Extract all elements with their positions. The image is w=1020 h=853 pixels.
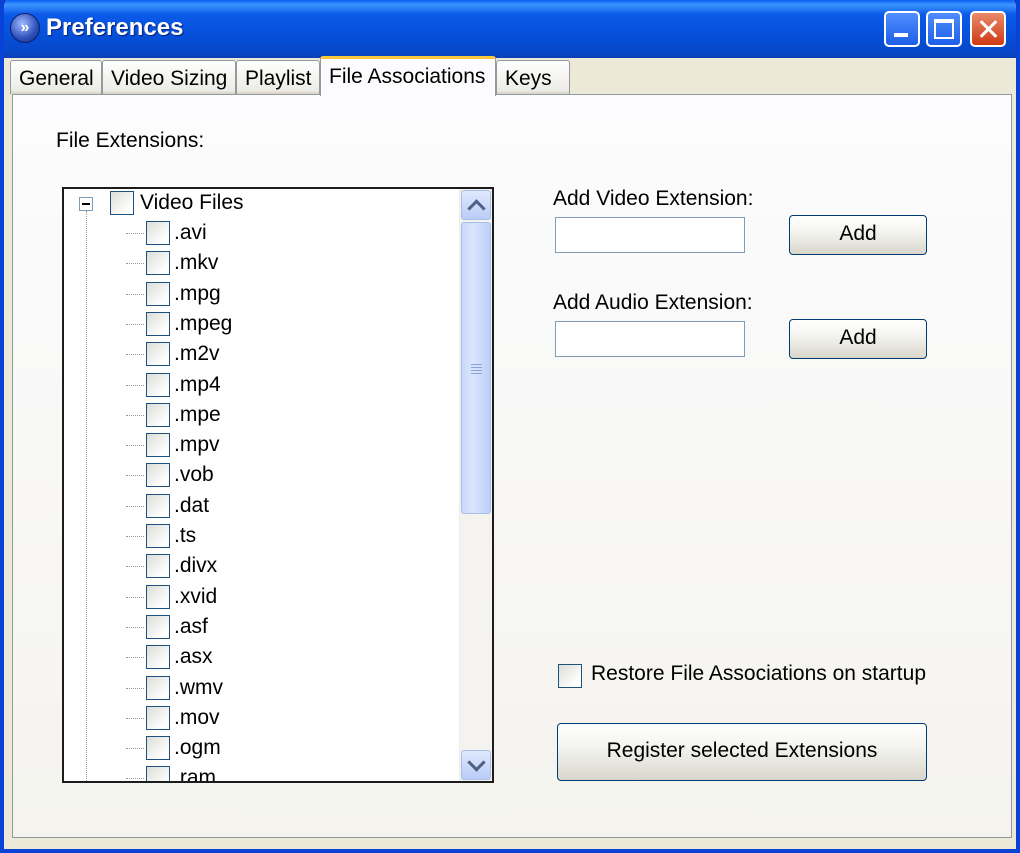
tree-root-video-files[interactable]: Video Files — [64, 189, 460, 217]
tree-item-checkbox[interactable] — [146, 221, 170, 245]
tree-item-checkbox[interactable] — [146, 524, 170, 548]
tree-item[interactable]: .mpv — [64, 431, 460, 459]
tree-item[interactable]: .dat — [64, 492, 460, 520]
tree-item[interactable]: .mpeg — [64, 310, 460, 338]
tree-item-checkbox[interactable] — [146, 675, 170, 700]
tree-item-checkbox[interactable] — [146, 766, 170, 781]
tree-item-checkbox[interactable] — [146, 372, 170, 397]
tree-item-label: .mpv — [174, 433, 220, 457]
tree-item-checkbox[interactable] — [146, 645, 170, 670]
tree-item-label: .dat — [174, 493, 210, 517]
tree-item-label: .divx — [174, 554, 218, 578]
tree-item-checkbox[interactable] — [146, 705, 170, 730]
tab-general[interactable]: General — [10, 60, 102, 94]
tree-item-label: .mpg — [174, 281, 221, 305]
tab-video-sizing[interactable]: Video Sizing — [102, 60, 236, 94]
add-audio-extension-label: Add Audio Extension: — [553, 291, 753, 314]
tree-item-label: .asf — [174, 614, 208, 638]
add-video-extension-label: Add Video Extension: — [553, 187, 754, 210]
tree-item-label: .avi — [174, 221, 207, 244]
add-audio-button[interactable]: Add — [789, 319, 927, 359]
tree-item[interactable]: .asf — [64, 613, 460, 641]
tree-item[interactable]: .ram — [64, 764, 460, 781]
thumb-grip — [471, 364, 482, 365]
tree-item-checkbox[interactable] — [146, 736, 170, 761]
tree-item[interactable]: .mpg — [64, 280, 460, 308]
tree-item-label: .xvid — [174, 584, 218, 608]
register-extensions-button[interactable]: Register selected Extensions — [557, 723, 927, 781]
tree-item[interactable]: .m2v — [64, 340, 460, 368]
tree-item-checkbox[interactable] — [146, 433, 170, 458]
tree-item[interactable]: .divx — [64, 552, 460, 580]
tree-item[interactable]: .xvid — [64, 583, 460, 611]
preferences-window: » Preferences General Video Sizing Playl… — [0, 0, 1020, 853]
file-extensions-tree[interactable]: Video Files .avi .mkv .mpg .mpeg .m2v .mp4 .mp… — [62, 187, 494, 783]
tree-item-checkbox[interactable] — [146, 281, 170, 306]
scroll-up-button[interactable] — [461, 190, 491, 220]
tree-item-label: .m2v — [174, 342, 220, 366]
tree-item-label: .mov — [174, 705, 220, 729]
tree-item-checkbox[interactable] — [146, 402, 170, 427]
maximize-button[interactable] — [926, 11, 962, 47]
tree-item-checkbox[interactable] — [146, 554, 170, 579]
tree-item-checkbox[interactable] — [146, 584, 170, 609]
thumb-grip — [471, 367, 482, 368]
tree-item-checkbox[interactable] — [146, 614, 170, 639]
tree-item[interactable]: .ts — [64, 522, 460, 550]
thumb-grip — [471, 373, 482, 374]
tree-item[interactable]: .wmv — [64, 674, 460, 702]
app-icon[interactable]: » — [10, 13, 40, 43]
tree-root-label: Video Files — [140, 191, 244, 214]
tree-item[interactable]: .mpe — [64, 401, 460, 429]
minimize-button[interactable] — [884, 11, 920, 47]
tree-item[interactable]: .mov — [64, 704, 460, 732]
tree-item-label: .mpe — [174, 402, 221, 426]
tree-item[interactable]: .mp4 — [64, 371, 460, 399]
collapse-icon[interactable] — [79, 197, 93, 211]
tree-item-label: .mp4 — [174, 372, 221, 396]
tree-item-label: .ram — [174, 766, 216, 781]
scroll-thumb[interactable] — [461, 222, 491, 514]
tree-scrollbar[interactable] — [459, 189, 492, 781]
restore-associations-checkbox[interactable] — [558, 664, 582, 688]
tree-item[interactable]: .vob — [64, 461, 460, 489]
tree-item-label: .asx — [174, 645, 213, 669]
tree-item-checkbox[interactable] — [146, 251, 170, 276]
tab-keys[interactable]: Keys — [496, 60, 570, 94]
tree-item-label: .mkv — [174, 251, 219, 275]
tab-file-associations[interactable]: File Associations — [320, 56, 496, 96]
tree-item-checkbox[interactable] — [146, 493, 170, 518]
restore-associations-label[interactable]: Restore File Associations on startup — [591, 662, 926, 686]
tree-item-label: .wmv — [174, 675, 223, 699]
tree-item-label: .ogm — [174, 736, 221, 760]
file-extensions-label: File Extensions: — [56, 129, 205, 152]
tree-item[interactable]: .mkv — [64, 249, 460, 277]
tree-viewport: Video Files .avi .mkv .mpg .mpeg .m2v .mp4 .mp… — [64, 189, 460, 781]
add-audio-extension-input[interactable] — [555, 321, 745, 357]
tree-item[interactable]: .avi — [64, 219, 460, 247]
tree-item-checkbox[interactable] — [146, 342, 170, 367]
tree-item-label: .vob — [174, 463, 214, 487]
tree-item[interactable]: .asx — [64, 643, 460, 671]
add-video-extension-input[interactable] — [555, 217, 745, 253]
tree-item-checkbox[interactable] — [146, 463, 170, 488]
checkbox-video-files[interactable] — [110, 191, 134, 215]
tree-item[interactable]: .ogm — [64, 734, 460, 762]
tab-playlist[interactable]: Playlist — [236, 60, 320, 94]
tree-item-label: .ts — [174, 524, 197, 547]
add-video-button[interactable]: Add — [789, 215, 927, 255]
window-title: Preferences — [46, 14, 184, 41]
title-bar[interactable]: » Preferences — [4, 0, 1016, 58]
thumb-grip — [471, 370, 482, 371]
tree-item-label: .mpeg — [174, 311, 233, 335]
file-associations-panel: File Extensions: Video Files .avi .mkv .mp… — [12, 94, 1012, 838]
scroll-down-button[interactable] — [461, 750, 491, 780]
close-button[interactable] — [970, 11, 1006, 47]
tree-item-checkbox[interactable] — [146, 311, 170, 336]
